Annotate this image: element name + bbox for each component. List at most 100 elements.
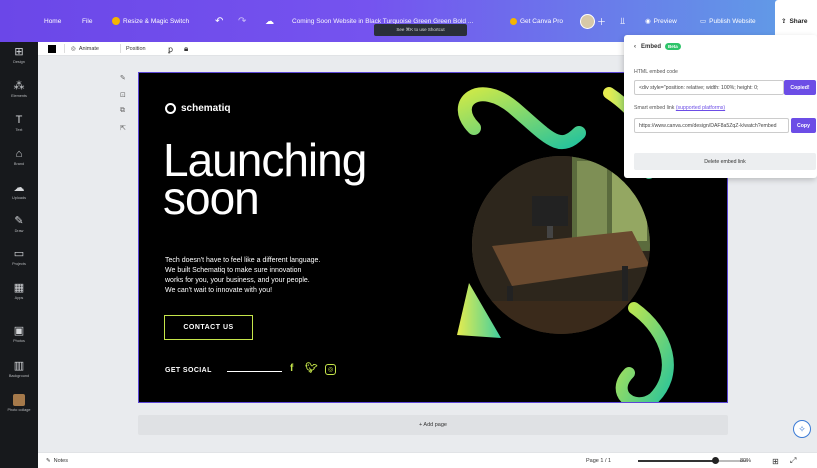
logo-ring-icon [165, 103, 176, 114]
left-sidebar: ⊞ Design ⁂ Elements T Text ⌂ Brand ☁ Uploads ✎ Draw… [0, 42, 38, 468]
copied-button[interactable]: Copied! [784, 80, 816, 95]
cloud-sync-icon[interactable]: ☁ [265, 0, 274, 42]
notes-mini-icon[interactable]: ✎ [120, 74, 126, 82]
sidebar-item-label: Apps [14, 296, 24, 300]
html-embed-field[interactable]: <div style="position: relative; width: 1… [634, 80, 784, 95]
body-copy[interactable]: Tech doesn't have to feel like a differe… [165, 256, 385, 296]
get-social-label[interactable]: GET SOCIAL [165, 367, 212, 374]
position-button[interactable]: Position [126, 42, 146, 56]
sidebar-item-text[interactable]: T Text [0, 114, 38, 132]
brand-logo[interactable]: schematiq [165, 103, 230, 114]
design-icon: ⊞ [14, 46, 24, 58]
home-button[interactable]: Home [44, 0, 61, 42]
facebook-icon[interactable]: f [290, 363, 293, 374]
twitter-icon[interactable]: 🐦︎ [305, 363, 318, 374]
avatar[interactable] [580, 0, 595, 42]
sidebar-item-projects[interactable]: ▭ Projects [0, 248, 38, 266]
sidebar-item-label: Brand [13, 162, 25, 166]
grid-view-icon[interactable]: ⊞ [772, 453, 779, 468]
contact-us-button[interactable]: CONTACT US [164, 315, 253, 340]
headline[interactable]: Launching soon [163, 137, 367, 221]
shortcut-tooltip: See ⌘K to use Shortcut [374, 24, 467, 36]
notes-icon: ✎ [46, 458, 51, 464]
notes-button[interactable]: ✎ Notes [46, 453, 68, 468]
brand-name: schematiq [181, 103, 231, 114]
embed-title: Embed [641, 43, 662, 50]
resize-label: Resize & Magic Switch [123, 17, 190, 25]
color-swatch[interactable] [48, 42, 56, 56]
embed-panel: ‹ Embed Beta HTML embed code <div style=… [624, 35, 817, 178]
animate-label: Animate [78, 46, 99, 52]
share-label: Share [789, 17, 808, 25]
add-page-button[interactable]: + Add page [138, 415, 728, 435]
body-line: works for you, your business, and your p… [165, 277, 310, 284]
monitor-icon: ▭ [700, 18, 707, 25]
text-style-icon[interactable]: ꝑ [168, 42, 173, 56]
file-menu[interactable]: File [82, 0, 92, 42]
sidebar-item-draw[interactable]: ✎ Draw [0, 215, 38, 233]
sidebar-item-background[interactable]: ▥ Background [0, 360, 38, 378]
sidebar-item-label: Elements [11, 94, 27, 98]
apps-icon: ▦ [13, 282, 25, 294]
delete-embed-button[interactable]: Delete embed link [634, 153, 816, 170]
sidebar-item-label: Text [15, 128, 23, 132]
office-photo[interactable] [472, 156, 650, 334]
zoom-level[interactable]: 80% [740, 453, 751, 468]
supported-platforms-link[interactable]: (supported platforms) [676, 105, 725, 111]
body-line: We can't wait to innovate with you! [165, 287, 273, 294]
page-count[interactable]: Page 1 / 1 [586, 453, 611, 468]
projects-icon: ▭ [13, 248, 25, 260]
share-mini-icon[interactable]: ⇱ [120, 124, 126, 132]
status-bar: ✎ Notes Page 1 / 1 80% ⊞ ⤢ [38, 452, 817, 468]
office-illustration [472, 156, 650, 334]
canva-pro-label: Get Canva Pro [520, 17, 563, 25]
magic-help-button[interactable]: ✧ [793, 420, 811, 438]
animate-icon: ◎ [71, 46, 76, 52]
sidebar-item-apps[interactable]: ▦ Apps [0, 282, 38, 300]
canva-pro-button[interactable]: Get Canva Pro [510, 0, 563, 42]
instagram-icon[interactable]: ◎ [325, 364, 336, 375]
copy-button[interactable]: Copy [791, 118, 816, 133]
sidebar-item-design[interactable]: ⊞ Design [0, 46, 38, 64]
photo-collage-icon [13, 394, 25, 406]
sidebar-item-label: Uploads [12, 196, 26, 200]
crown-icon [510, 17, 517, 25]
uploads-icon: ☁ [13, 182, 25, 194]
sidebar-item-photo-collage[interactable]: Photo collage [0, 394, 38, 412]
sidebar-item-label: Photo collage [7, 408, 31, 412]
social-divider [227, 371, 282, 372]
redo-icon[interactable]: ↷ [238, 0, 246, 42]
sidebar-item-label: Projects [12, 262, 26, 266]
zoom-slider[interactable] [638, 453, 748, 468]
smart-embed-field[interactable]: https://www.canva.com/design/DAF8a5ZqZ-k… [634, 118, 789, 133]
background-icon: ▥ [13, 360, 25, 372]
zoom-slider-handle[interactable] [712, 457, 719, 464]
sidebar-item-elements[interactable]: ⁂ Elements [0, 80, 38, 98]
smart-embed-label: Smart embed link (supported platforms) [634, 105, 725, 111]
sidebar-item-label: Design [13, 60, 25, 64]
text-icon: T [15, 114, 23, 126]
fullscreen-icon[interactable]: ⤢ [790, 453, 796, 468]
sidebar-item-uploads[interactable]: ☁ Uploads [0, 182, 38, 200]
animate-button[interactable]: ◎ Animate [71, 42, 99, 56]
back-chevron-icon[interactable]: ‹ [634, 44, 636, 50]
duplicate-mini-icon[interactable]: ⧉ [120, 107, 125, 115]
share-icon: ⇪ [781, 18, 787, 25]
brand-icon: ⌂ [15, 148, 23, 160]
embed-header[interactable]: ‹ Embed Beta [634, 43, 681, 50]
body-line: Tech doesn't have to feel like a differe… [165, 257, 321, 264]
undo-icon[interactable]: ↶ [215, 0, 223, 42]
smart-embed-text: Smart embed link [634, 105, 675, 111]
preview-label: Preview [653, 17, 677, 25]
crown-icon [112, 17, 120, 25]
add-collaborator-icon[interactable]: ＋ [597, 0, 606, 42]
notes-label: Notes [53, 458, 68, 464]
resize-button[interactable]: Resize & Magic Switch [112, 0, 189, 42]
sidebar-item-photos[interactable]: ▣ Photos [0, 325, 38, 343]
lock-mini-icon[interactable]: ⊡ [120, 91, 126, 99]
sidebar-item-brand[interactable]: ⌂ Brand [0, 148, 38, 166]
photos-icon: ▣ [13, 325, 25, 337]
draw-icon: ✎ [14, 215, 24, 227]
lock-icon[interactable]: 🔒︎ [184, 42, 188, 56]
body-line: We built Schematiq to make sure innovati… [165, 267, 302, 274]
